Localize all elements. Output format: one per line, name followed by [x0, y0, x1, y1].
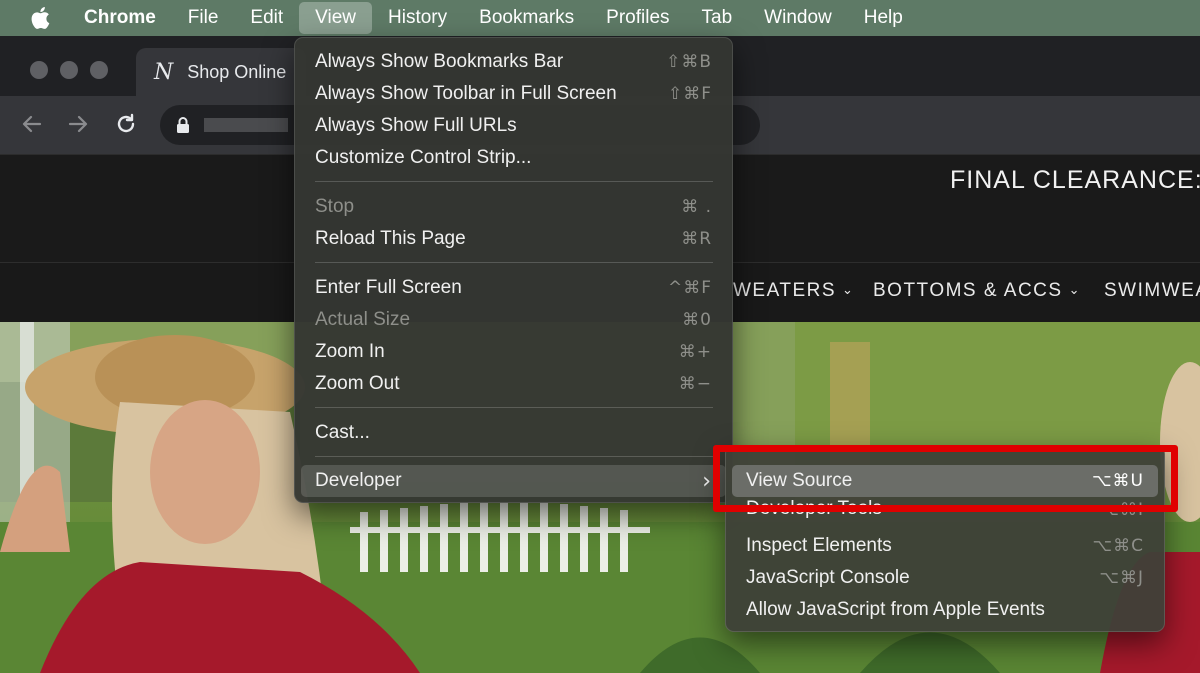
menu-item-label: Allow JavaScript from Apple Events [746, 599, 1045, 620]
site-favicon-icon: N [154, 59, 174, 85]
menu-window[interactable]: Window [748, 2, 848, 34]
menu-item-always-show-toolbar[interactable]: Always Show Toolbar in Full Screen ⇧⌘F [301, 78, 726, 110]
nav-bottoms-accs[interactable]: BOTTOMS & ACCS ⌄ [873, 280, 1081, 302]
menu-bookmarks[interactable]: Bookmarks [463, 2, 590, 34]
menu-item-label: Developer Tools [746, 498, 882, 519]
menu-item-shortcut: ⌘+ [678, 342, 712, 362]
menu-edit[interactable]: Edit [234, 2, 299, 34]
nav-swimwear-label: SWIMWEA [1104, 280, 1200, 301]
menu-item-zoom-out[interactable]: Zoom Out ⌘− [301, 368, 726, 400]
menu-separator [315, 456, 713, 457]
window-minimize-button[interactable] [60, 61, 78, 79]
menu-item-label: Developer [315, 470, 402, 491]
menu-separator [315, 262, 713, 263]
menu-item-shortcut: ⌘R [681, 229, 712, 249]
nav-bottoms-accs-label: BOTTOMS & ACCS [873, 280, 1063, 301]
menu-item-shortcut: ⌘− [678, 374, 712, 394]
menu-item-always-show-full-urls[interactable]: Always Show Full URLs [301, 110, 726, 142]
menu-item-label: Always Show Toolbar in Full Screen [315, 83, 617, 104]
browser-tab[interactable]: N Shop Online [136, 48, 306, 96]
menu-item-shortcut: ⌥⌘C [1092, 536, 1144, 556]
menu-item-label: Enter Full Screen [315, 277, 462, 298]
nav-swimwear[interactable]: SWIMWEA [1104, 280, 1200, 302]
macos-menu-bar: Chrome File Edit View History Bookmarks … [0, 0, 1200, 36]
menu-item-label: Cast... [315, 422, 370, 443]
menu-item-shortcut: ⌥⌘U [1091, 471, 1144, 491]
menu-item-label: JavaScript Console [746, 567, 910, 588]
menu-item-stop: Stop ⌘ . [301, 191, 726, 223]
menu-item-shortcut: ⇧⌘B [666, 52, 712, 72]
menu-item-cast[interactable]: Cast... [301, 417, 726, 449]
menu-item-shortcut: ⌘0 [682, 310, 712, 330]
menu-item-developer-tools[interactable]: Developer Tools ⌥⌘I [732, 498, 1158, 520]
menu-item-label: Always Show Bookmarks Bar [315, 51, 564, 72]
menu-item-reload[interactable]: Reload This Page ⌘R [301, 223, 726, 255]
nav-sweaters-label: WEATERS [733, 280, 837, 301]
menu-item-label: Zoom In [315, 341, 385, 362]
menu-profiles[interactable]: Profiles [590, 2, 685, 34]
chevron-down-icon: ⌄ [1068, 282, 1081, 297]
reload-icon[interactable] [112, 110, 140, 138]
window-close-button[interactable] [30, 61, 48, 79]
menu-item-view-source[interactable]: View Source ⌥⌘U [732, 465, 1158, 497]
menu-item-shortcut: ⌥⌘I [1099, 500, 1144, 520]
menu-item-label: View Source [746, 470, 853, 491]
menu-item-actual-size: Actual Size ⌘0 [301, 304, 726, 336]
chevron-down-icon: ⌄ [842, 282, 855, 297]
menu-item-always-show-bookmarks-bar[interactable]: Always Show Bookmarks Bar ⇧⌘B [301, 46, 726, 78]
menu-file[interactable]: File [172, 2, 235, 34]
apple-logo-icon[interactable] [30, 6, 58, 30]
menu-item-label: Zoom Out [315, 373, 400, 394]
menu-view[interactable]: View [299, 2, 373, 34]
view-menu-dropdown: Always Show Bookmarks Bar ⇧⌘B Always Sho… [294, 37, 733, 503]
menu-app-chrome[interactable]: Chrome [84, 2, 172, 34]
menu-help[interactable]: Help [848, 2, 919, 34]
menu-separator [315, 181, 713, 182]
back-icon[interactable] [18, 110, 46, 138]
menu-item-shortcut: ^⌘F [667, 278, 712, 298]
tab-title: Shop Online [187, 61, 287, 82]
menu-tab[interactable]: Tab [686, 2, 749, 34]
menu-item-shortcut: ⇧⌘F [667, 84, 712, 104]
nav-sweaters[interactable]: WEATERS ⌄ [733, 280, 854, 302]
window-zoom-button[interactable] [90, 61, 108, 79]
promo-banner-text: FINAL CLEARANCE: F [950, 166, 1200, 194]
lock-icon[interactable] [176, 116, 190, 139]
menu-item-javascript-console[interactable]: JavaScript Console ⌥⌘J [732, 562, 1158, 594]
menu-item-shortcut: ⌥⌘J [1099, 568, 1144, 588]
menu-item-customize-control-strip[interactable]: Customize Control Strip... [301, 142, 726, 174]
developer-submenu: View Source ⌥⌘U Developer Tools ⌥⌘I Insp… [725, 445, 1165, 632]
menu-item-label: Always Show Full URLs [315, 115, 517, 136]
menu-item-enter-full-screen[interactable]: Enter Full Screen ^⌘F [301, 272, 726, 304]
menu-history[interactable]: History [372, 2, 463, 34]
menu-item-allow-javascript-apple-events[interactable]: Allow JavaScript from Apple Events [732, 594, 1158, 626]
menu-item-label: Reload This Page [315, 228, 466, 249]
menu-item-label: Stop [315, 196, 355, 217]
menu-item-label: Customize Control Strip... [315, 147, 532, 168]
menu-item-inspect-elements[interactable]: Inspect Elements ⌥⌘C [732, 530, 1158, 562]
menu-separator [315, 407, 713, 408]
menu-item-developer[interactable]: Developer › [301, 465, 726, 497]
menu-item-label: Inspect Elements [746, 535, 892, 556]
forward-icon[interactable] [64, 110, 92, 138]
chevron-right-icon: › [702, 468, 712, 494]
redacted-url [204, 118, 288, 132]
menu-item-zoom-in[interactable]: Zoom In ⌘+ [301, 336, 726, 368]
menu-item-shortcut: ⌘ . [681, 197, 712, 217]
menu-item-label: Actual Size [315, 309, 411, 330]
